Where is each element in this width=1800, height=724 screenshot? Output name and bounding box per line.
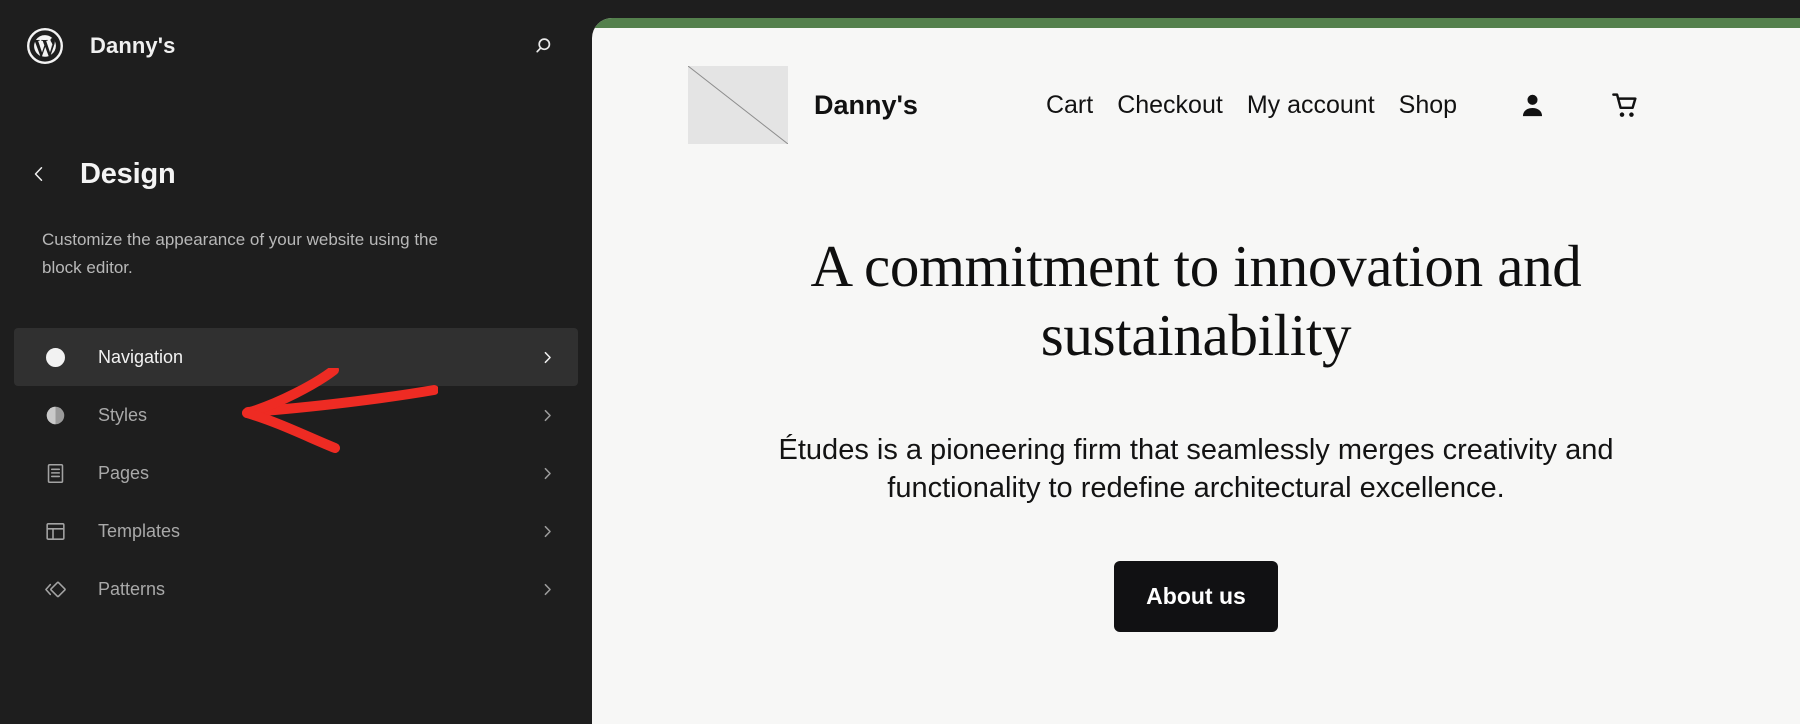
sidebar-header: Danny's	[0, 0, 592, 92]
search-icon[interactable]	[522, 25, 564, 67]
wordpress-logo-icon[interactable]	[26, 27, 64, 65]
panel-header: Design	[0, 154, 592, 194]
preview-canvas-wrapper: Danny's Cart Checkout My account Shop A …	[592, 0, 1800, 724]
nav-link-cart[interactable]: Cart	[1046, 91, 1093, 120]
sidebar-item-label: Templates	[98, 520, 181, 541]
hero-paragraph: Études is a pioneering firm that seamles…	[778, 434, 1614, 504]
chevron-right-icon	[539, 465, 556, 482]
preview-hero-section: A commitment to innovation and sustainab…	[592, 144, 1800, 633]
sidebar-item-templates[interactable]: Templates	[14, 502, 578, 560]
page-icon	[42, 460, 69, 487]
site-preview-canvas[interactable]: Danny's Cart Checkout My account Shop A …	[592, 18, 1800, 724]
sidebar-item-label: Navigation	[98, 346, 184, 367]
preview-header-icons	[1517, 90, 1641, 121]
site-editor-app: Danny's Design Customize the appearance …	[0, 0, 1800, 724]
nav-link-checkout[interactable]: Checkout	[1117, 91, 1223, 120]
compass-icon	[42, 344, 69, 371]
preview-site-header: Danny's Cart Checkout My account Shop	[592, 28, 1800, 144]
sidebar-item-label: Styles	[98, 404, 148, 425]
sidebar-item-label: Pages	[98, 462, 150, 483]
sidebar-item-navigation[interactable]: Navigation	[14, 328, 578, 387]
sidebar-item-pages[interactable]: Pages	[14, 444, 578, 502]
preview-nav-menu: Cart Checkout My account Shop	[1046, 91, 1457, 120]
contrast-icon	[42, 402, 69, 429]
page-title: Design	[80, 157, 176, 190]
sidebar-item-patterns[interactable]: Patterns	[14, 560, 578, 618]
about-us-button[interactable]: About us	[1114, 561, 1278, 633]
layout-icon	[42, 518, 69, 545]
sidebar-item-label: Patterns	[98, 578, 166, 599]
shopping-cart-icon[interactable]	[1610, 90, 1641, 121]
sidebar-site-title: Danny's	[90, 33, 176, 58]
chevron-right-icon	[539, 581, 556, 598]
panel-description: Customize the appearance of your website…	[42, 230, 438, 278]
chevron-right-icon	[539, 349, 556, 366]
user-icon[interactable]	[1517, 90, 1548, 121]
hero-heading: A commitment to innovation and sustainab…	[810, 233, 1582, 369]
chevron-left-icon[interactable]	[26, 164, 52, 184]
pattern-icon	[42, 576, 69, 603]
preview-site-brand: Danny's	[814, 89, 918, 120]
image-placeholder-icon	[688, 66, 788, 144]
editor-sidebar: Danny's Design Customize the appearance …	[0, 0, 592, 724]
nav-link-shop[interactable]: Shop	[1399, 91, 1457, 120]
design-nav-list: Navigation Styles Pages Templates Patter…	[0, 328, 592, 618]
nav-link-my-account[interactable]: My account	[1247, 91, 1375, 120]
sidebar-item-styles[interactable]: Styles	[14, 386, 578, 444]
chevron-right-icon	[539, 523, 556, 540]
chevron-right-icon	[539, 407, 556, 424]
accent-bar	[592, 18, 1800, 28]
